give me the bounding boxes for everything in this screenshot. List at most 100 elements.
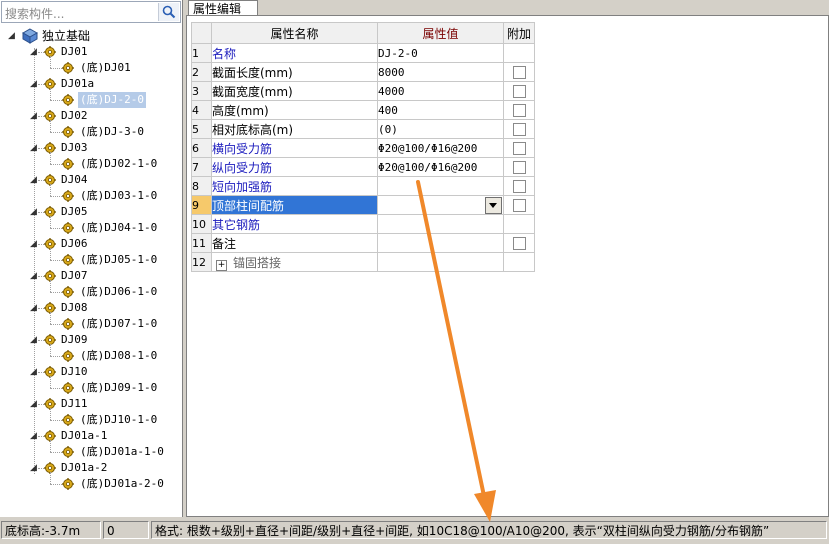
collapse-icon[interactable]: ◢ [30, 172, 38, 188]
collapse-icon[interactable]: ◢ [30, 108, 38, 124]
tree-subitem-label: (底)DJ10-1-0 [80, 413, 158, 426]
extra-checkbox[interactable] [512, 161, 526, 174]
extra-checkbox[interactable] [512, 104, 526, 117]
tree-connector [50, 216, 51, 228]
search-button[interactable] [158, 3, 179, 21]
tree-subitem-label: (底)DJ06-1-0 [80, 285, 158, 298]
tree-connector [50, 68, 62, 69]
collapse-icon[interactable]: ◢ [30, 204, 38, 220]
property-row[interactable]: 5 相对底标高(m) (0) [191, 119, 535, 139]
tree-connector [50, 292, 62, 293]
collapse-icon[interactable]: ◢ [30, 44, 38, 60]
property-value[interactable] [377, 233, 504, 253]
tree-connector [50, 484, 62, 485]
property-name[interactable]: 顶部柱间配筋 [211, 195, 378, 215]
property-row[interactable]: 9 顶部柱间配筋 [191, 195, 535, 215]
property-row[interactable]: 6 横向受力筋 Φ20@100/Φ16@200 [191, 138, 535, 158]
tree-connector [50, 452, 62, 453]
tree-subitem-label: (底)DJ01 [80, 61, 131, 74]
tree-connector [50, 88, 51, 100]
tree-connector [50, 228, 62, 229]
search-box[interactable]: 搜索构件... [1, 1, 181, 23]
tree-subitem-label: (底)DJ07-1-0 [80, 317, 158, 330]
collapse-icon[interactable]: ◢ [30, 364, 38, 380]
tree-subitem-label: (底)DJ-2-0 [78, 92, 146, 108]
property-row[interactable]: 10 其它钢筋 [191, 214, 535, 234]
row-number: 4 [191, 100, 212, 120]
collapse-icon[interactable]: ◢ [30, 396, 38, 412]
extra-checkbox[interactable] [512, 199, 526, 212]
collapse-icon[interactable]: ◢ [30, 460, 38, 476]
property-row[interactable]: 7 纵向受力筋 Φ20@100/Φ16@200 [191, 157, 535, 177]
property-row[interactable]: 8 短向加强筋 [191, 176, 535, 196]
property-row[interactable]: 12 + 锚固搭接 [191, 252, 535, 272]
extra-cell [503, 195, 535, 215]
collapse-icon[interactable]: ◢ [30, 332, 38, 348]
property-value[interactable]: 8000 [377, 62, 504, 82]
property-name[interactable]: 名称 [211, 43, 378, 63]
property-row[interactable]: 11 备注 [191, 233, 535, 253]
expand-icon[interactable]: + [216, 259, 227, 271]
property-name[interactable]: 相对底标高(m) [211, 119, 378, 139]
property-name[interactable]: 横向受力筋 [211, 138, 378, 158]
extra-checkbox[interactable] [512, 142, 526, 155]
property-panel: 属性名称 属性值 附加 1 名称 DJ-2-0 2 截面长度(mm) 8000 3 截面宽度(… [186, 15, 829, 517]
dropdown-button[interactable] [485, 197, 502, 214]
collapse-icon[interactable]: ◢ [30, 300, 38, 316]
property-value[interactable]: DJ-2-0 [377, 43, 504, 63]
property-name[interactable]: + 锚固搭接 [211, 252, 378, 272]
tree-item-label: DJ10 [61, 365, 88, 378]
property-name[interactable]: 备注 [211, 233, 378, 253]
property-name[interactable]: 截面宽度(mm) [211, 81, 378, 101]
property-row[interactable]: 3 截面宽度(mm) 4000 [191, 81, 535, 101]
property-value[interactable]: Φ20@100/Φ16@200 [377, 157, 504, 177]
tree-connector [50, 344, 51, 356]
extra-checkbox[interactable] [512, 85, 526, 98]
property-value[interactable]: Φ20@100/Φ16@200 [377, 138, 504, 158]
property-value[interactable] [377, 252, 504, 272]
property-value[interactable] [377, 214, 504, 234]
property-row[interactable]: 2 截面长度(mm) 8000 [191, 62, 535, 82]
extra-checkbox[interactable] [512, 123, 526, 136]
foundation-icon [22, 28, 38, 44]
collapse-icon[interactable]: ◢ [30, 268, 38, 284]
tree-subitem-label: (底)DJ02-1-0 [80, 157, 158, 170]
row-number: 9 [191, 195, 212, 215]
tree-connector [50, 420, 62, 421]
property-row[interactable]: 4 高度(mm) 400 [191, 100, 535, 120]
collapse-icon[interactable]: ◢ [30, 428, 38, 444]
property-value[interactable]: (0) [377, 119, 504, 139]
property-value[interactable] [377, 195, 504, 215]
search-input[interactable]: 搜索构件... [5, 5, 64, 22]
tree-connector [50, 132, 62, 133]
property-value[interactable] [377, 176, 504, 196]
extra-cell [503, 214, 535, 234]
tree-connector [50, 100, 62, 101]
collapse-icon[interactable]: ◢ [8, 28, 16, 44]
property-name[interactable]: 纵向受力筋 [211, 157, 378, 177]
property-value[interactable]: 400 [377, 100, 504, 120]
tab-property-edit[interactable]: 属性编辑 [188, 0, 258, 16]
extra-checkbox[interactable] [512, 237, 526, 250]
tree-item-label: DJ05 [61, 205, 88, 218]
property-value-text: 4000 [378, 84, 405, 98]
collapse-icon[interactable]: ◢ [30, 76, 38, 92]
collapse-icon[interactable]: ◢ [30, 236, 38, 252]
gear-icon [62, 382, 74, 394]
extra-checkbox[interactable] [512, 180, 526, 193]
property-value-text: (0) [378, 122, 398, 136]
tree-connector [50, 388, 62, 389]
row-number: 1 [191, 43, 212, 63]
property-name[interactable]: 其它钢筋 [211, 214, 378, 234]
tree-item-label: DJ02 [61, 109, 88, 122]
extra-cell [503, 81, 535, 101]
property-name[interactable]: 截面长度(mm) [211, 62, 378, 82]
property-value[interactable]: 4000 [377, 81, 504, 101]
tree-connector [50, 376, 51, 388]
property-row[interactable]: 1 名称 DJ-2-0 [191, 43, 535, 63]
property-name[interactable]: 短向加强筋 [211, 176, 378, 196]
extra-checkbox[interactable] [512, 66, 526, 79]
property-name[interactable]: 高度(mm) [211, 100, 378, 120]
collapse-icon[interactable]: ◢ [30, 140, 38, 156]
gear-icon [62, 190, 74, 202]
